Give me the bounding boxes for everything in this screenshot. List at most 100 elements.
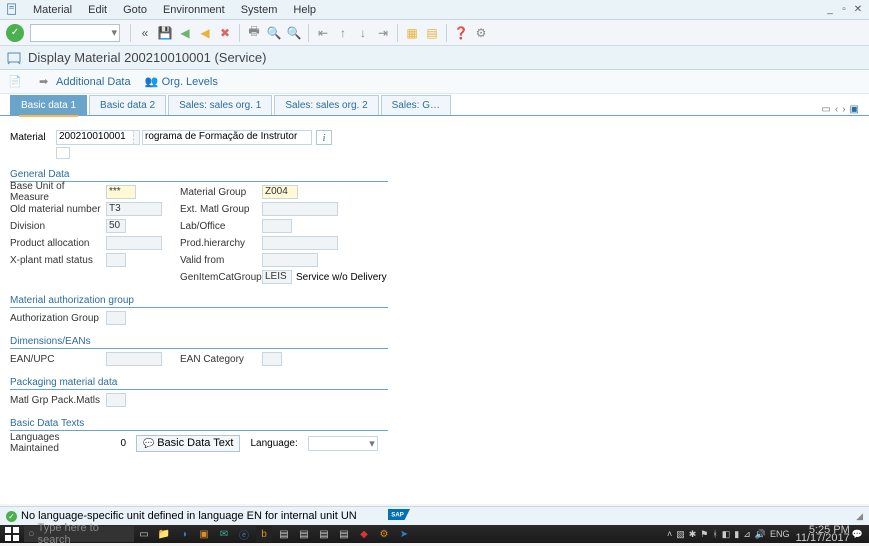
tab-next-icon[interactable]: › [842, 104, 845, 115]
menu-system[interactable]: System [233, 4, 286, 16]
additional-data-button[interactable]: ➡Additional Data [39, 75, 131, 89]
packmat-field [106, 393, 126, 407]
tab-list-icon[interactable]: ▭ [821, 104, 830, 115]
back-button[interactable]: « [136, 24, 154, 42]
prevpage-icon[interactable]: ↑ [334, 24, 352, 42]
menu-help[interactable]: Help [285, 4, 324, 16]
find-icon[interactable]: 🔍 [265, 24, 283, 42]
menu-edit[interactable]: Edit [80, 4, 115, 16]
task-app-12[interactable]: ⚙ [376, 526, 392, 542]
prodalloc-label: Product allocation [10, 238, 106, 249]
save-button[interactable]: 💾 [156, 24, 174, 42]
firstpage-icon[interactable]: ⇤ [314, 24, 332, 42]
matgrp-field[interactable]: Z004 [262, 185, 298, 199]
resize-grip-icon[interactable]: ◢ [856, 511, 863, 522]
oldmat-field: T3 [106, 202, 162, 216]
ok-icon[interactable]: ✓ [6, 24, 24, 42]
material-search-help[interactable] [134, 130, 140, 145]
tray-icon[interactable]: ✱ [689, 529, 697, 540]
tabstrip: Basic data 1 Basic data 2 Sales: sales o… [0, 94, 869, 116]
tray-bluetooth-icon[interactable]: ᚼ [712, 529, 717, 539]
nextpage-icon[interactable]: ↓ [354, 24, 372, 42]
windows-taskbar: ○ Type here to search ▭ 📁 ◑ ▣ ✉ ⓔ b ▤ ▤ … [0, 525, 869, 543]
taskview-icon[interactable]: ▭ [136, 526, 152, 542]
material-number-field[interactable]: 200210010001 [56, 130, 134, 145]
tray-notification-icon[interactable]: 💬 [852, 529, 863, 540]
tab-sales-general[interactable]: Sales: G… [381, 95, 451, 115]
tray-icon[interactable]: ⚑ [700, 529, 708, 540]
basic-data-text-button[interactable]: 💬Basic Data Text [136, 435, 240, 452]
lab-field [262, 219, 292, 233]
tab-fullscreen-icon[interactable]: ▣ [850, 104, 859, 115]
base-uom-field[interactable]: *** [106, 185, 136, 199]
task-app-9[interactable]: ▤ [316, 526, 332, 542]
tray-icon[interactable]: ◧ [722, 529, 731, 540]
menu-material[interactable]: Material [25, 4, 80, 16]
task-app-10[interactable]: ▤ [336, 526, 352, 542]
task-app-6[interactable]: b [256, 526, 272, 542]
langmaint-label: Languages Maintained [10, 432, 106, 454]
task-app-13[interactable]: ➤ [396, 526, 412, 542]
command-field[interactable]: ▾ [30, 24, 120, 42]
menubar: Material Edit Goto Environment System He… [0, 0, 869, 20]
tray-up-icon[interactable]: ˄ [667, 529, 672, 539]
tray-volume-icon[interactable]: 🔊 [755, 529, 766, 540]
section-header: Basic Data Texts [10, 418, 388, 431]
print-icon[interactable]: 🖶 [245, 24, 263, 42]
genitem-text: Service w/o Delivery [296, 272, 387, 283]
packmat-label: Matl Grp Pack.Matls [10, 395, 106, 406]
close-button[interactable]: ✕ [852, 4, 864, 16]
tab-sales-org-1[interactable]: Sales: sales org. 1 [168, 95, 272, 115]
genitem-field: LEIS [262, 270, 292, 284]
customize-icon[interactable]: ⚙ [472, 24, 490, 42]
language-label: Language: [250, 438, 297, 449]
task-app-11[interactable]: ◆ [356, 526, 372, 542]
help-icon[interactable]: ❓ [452, 24, 470, 42]
tray-network-icon[interactable]: ⊿ [743, 529, 751, 540]
menu-environment[interactable]: Environment [155, 4, 233, 16]
language-select[interactable]: ▾ [308, 436, 378, 451]
info-button[interactable]: i [316, 130, 332, 145]
tab-basic-data-1[interactable]: Basic data 1 [10, 95, 87, 115]
document-icon [5, 3, 19, 17]
tray-clock[interactable]: 5:25 PM11/17/2017 [796, 526, 850, 542]
restore-button[interactable]: ▫ [838, 4, 850, 16]
tray-battery-icon[interactable]: ▮ [734, 529, 739, 540]
task-app-8[interactable]: ▤ [296, 526, 312, 542]
exit-icon[interactable]: ◀ [196, 24, 214, 42]
task-app-2[interactable]: ◑ [176, 526, 192, 542]
task-app-1[interactable]: 📁 [156, 526, 172, 542]
section-dimensions: Dimensions/EANs EAN/UPC EAN Category [10, 336, 388, 367]
start-button[interactable] [4, 526, 20, 542]
tray-lang[interactable]: ENG [770, 529, 790, 539]
layout-icon[interactable]: ▤ [423, 24, 441, 42]
material-desc-field[interactable]: rograma de Formação de Instrutor [142, 130, 312, 145]
taskbar-search[interactable]: ○ Type here to search [24, 526, 134, 542]
task-app-4[interactable]: ✉ [216, 526, 232, 542]
lastpage-icon[interactable]: ⇥ [374, 24, 392, 42]
prodalloc-field [106, 236, 162, 250]
task-app-3[interactable]: ▣ [196, 526, 212, 542]
menu-goto[interactable]: Goto [115, 4, 155, 16]
lab-label: Lab/Office [180, 221, 262, 232]
tray-icon[interactable]: ▧ [676, 529, 685, 540]
tab-prev-icon[interactable]: ‹ [835, 104, 838, 115]
section-header: Material authorization group [10, 295, 388, 308]
org-levels-button[interactable]: 👥Org. Levels [145, 75, 218, 89]
material-note-icon[interactable] [56, 147, 70, 159]
newsession-icon[interactable]: ▦ [403, 24, 421, 42]
status-message: No language-specific unit defined in lan… [21, 510, 357, 522]
extmat-label: Ext. Matl Group [180, 204, 262, 215]
ean-label: EAN/UPC [10, 354, 106, 365]
back-icon[interactable]: ◀ [176, 24, 194, 42]
tab-sales-org-2[interactable]: Sales: sales org. 2 [274, 95, 378, 115]
task-app-5[interactable]: ⓔ [236, 526, 252, 542]
tab-basic-data-2[interactable]: Basic data 2 [89, 95, 166, 115]
task-app-7[interactable]: ▤ [276, 526, 292, 542]
select-views-button[interactable]: 📄 [8, 75, 25, 89]
oldmat-label: Old material number [10, 204, 106, 215]
app-toolbar: 📄 ➡Additional Data 👥Org. Levels [0, 70, 869, 94]
cancel-icon[interactable]: ✖ [216, 24, 234, 42]
minimize-button[interactable]: _ [824, 4, 836, 16]
findnext-icon[interactable]: 🔍 [285, 24, 303, 42]
